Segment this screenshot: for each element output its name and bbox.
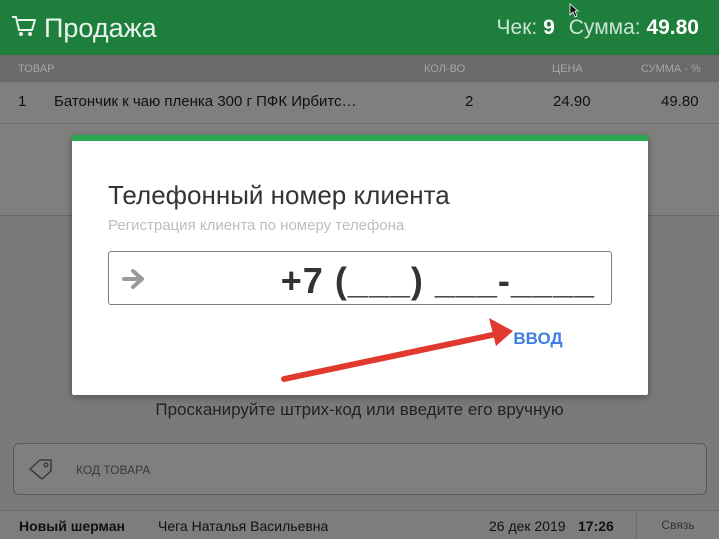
column-header-price: ЦЕНА (552, 63, 583, 75)
dialog-title: Телефонный номер клиента (108, 180, 450, 210)
row-qty: 2 (465, 93, 474, 110)
connection-button[interactable]: Связь (636, 511, 719, 539)
page-title: Продажа (44, 13, 157, 43)
column-header-qty: КОЛ-ВО (424, 63, 466, 75)
column-header-sum: СУММА - % (641, 63, 701, 75)
table-row[interactable]: 1 Батончик к чаю пленка 300 г ПФК Ирбитс… (0, 82, 719, 124)
check-totals: Чек: 9 Сумма: 49.80 (497, 16, 699, 40)
check-label: Чек: (496, 16, 538, 39)
column-header-item: ТОВАР (18, 63, 55, 75)
scan-hint: Просканируйте штрих-код или введите его … (155, 400, 564, 419)
arrow-right-icon (122, 269, 144, 289)
sum-label: Сумма: (568, 16, 641, 39)
status-date: 26 дек 2019 (489, 518, 566, 534)
table-header: ТОВАР КОЛ-ВО ЦЕНА СУММА - % (0, 55, 719, 82)
enter-button[interactable]: ВВОД (508, 327, 568, 351)
check-number: 9 (543, 16, 555, 39)
row-sum: 49.80 (661, 93, 699, 110)
product-code-placeholder: КОД ТОВАРА (76, 463, 151, 477)
status-time: 17:26 (578, 518, 614, 534)
phone-input[interactable]: +7 (___) ___-____ (108, 251, 612, 305)
tag-icon (29, 459, 52, 480)
sum-value: 49.80 (646, 16, 699, 39)
product-code-input[interactable]: КОД ТОВАРА (13, 443, 707, 495)
row-item-name: Батончик к чаю пленка 300 г ПФК Ирбитс… (54, 93, 357, 110)
row-price: 24.90 (553, 93, 591, 110)
cashier-name: Чега Наталья Васильевна (158, 518, 329, 534)
dialog-subtitle: Регистрация клиента по номеру телефона (108, 217, 405, 234)
cart-icon (12, 16, 36, 36)
row-number: 1 (18, 93, 27, 110)
app-header: Продажа Чек: 9 Сумма: 49.80 (0, 0, 719, 55)
phone-dialog: Телефонный номер клиента Регистрация кли… (72, 135, 648, 395)
shop-name: Новый шерман (19, 518, 125, 534)
status-bar: Новый шерман Чега Наталья Васильевна 26 … (0, 510, 719, 539)
phone-value: +7 (___) ___-____ (280, 260, 595, 301)
cursor-icon (569, 3, 579, 18)
